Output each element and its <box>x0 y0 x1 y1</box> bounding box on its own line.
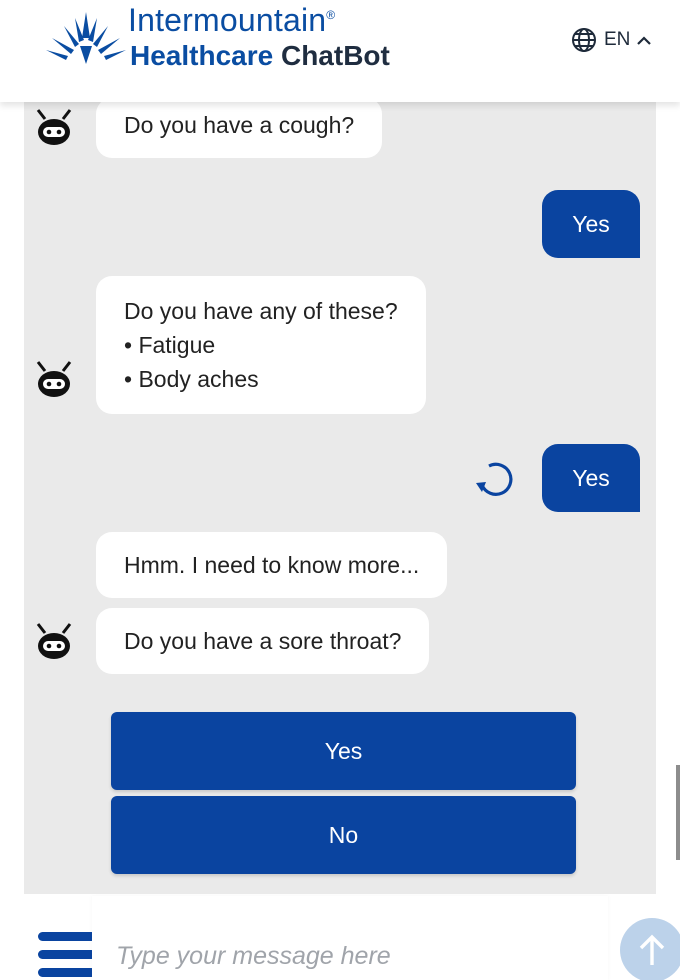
bot-message: Do you have a sore throat? <box>96 608 430 674</box>
message-input[interactable] <box>92 896 608 980</box>
retry-icon[interactable] <box>472 456 518 502</box>
brand-name: Intermountain® <box>128 2 335 39</box>
brand-subtitle: Healthcare ChatBot <box>130 40 390 72</box>
language-selector[interactable]: EN <box>570 26 652 54</box>
quick-reply-no-button[interactable]: No <box>111 796 576 874</box>
brand-healthcare: Healthcare <box>130 40 274 71</box>
bot-message-line: Hmm. I need to know more... <box>124 552 420 578</box>
globe-icon <box>572 28 596 52</box>
bot-message-line: Do you have any of these? <box>124 298 398 324</box>
robot-avatar-icon <box>36 109 72 145</box>
robot-avatar-icon <box>36 361 72 397</box>
robot-avatar-icon <box>36 623 72 659</box>
user-message: Yes <box>542 190 640 258</box>
bot-message: Do you have a cough? <box>96 102 383 158</box>
bot-message-line: • Fatigue <box>124 332 216 358</box>
chat-header: Intermountain® Healthcare ChatBot EN <box>0 0 680 102</box>
chevron-up-icon <box>637 36 652 45</box>
bot-message: Do you have any of these? • Fatigue • Bo… <box>96 276 426 414</box>
send-button[interactable] <box>620 918 680 980</box>
quick-reply-label: No <box>328 821 359 848</box>
quick-reply-yes-button[interactable]: Yes <box>111 712 576 790</box>
registered-mark: ® <box>326 8 336 22</box>
chat-scrollbar[interactable] <box>676 765 680 860</box>
language-label: EN <box>604 29 631 50</box>
brand-chatbot: ChatBot <box>280 40 390 71</box>
brand-intermountain: Intermountain <box>128 2 327 38</box>
bot-message-line: • Body aches <box>124 366 259 392</box>
chat-transcript[interactable]: Do you have a cough? Yes Do you have any… <box>24 102 656 894</box>
bot-message-line: Do you have a sore throat? <box>124 628 402 654</box>
user-message-text: Yes <box>572 210 610 237</box>
intermountain-logo-icon <box>46 12 126 64</box>
quick-reply-label: Yes <box>324 737 363 764</box>
hamburger-menu-icon[interactable] <box>38 930 96 980</box>
user-message-text: Yes <box>572 464 610 491</box>
bot-message-line: Do you have a cough? <box>124 112 355 138</box>
bot-message: Hmm. I need to know more... <box>96 532 448 598</box>
user-message: Yes <box>542 444 640 512</box>
arrow-up-send-icon <box>639 934 665 965</box>
